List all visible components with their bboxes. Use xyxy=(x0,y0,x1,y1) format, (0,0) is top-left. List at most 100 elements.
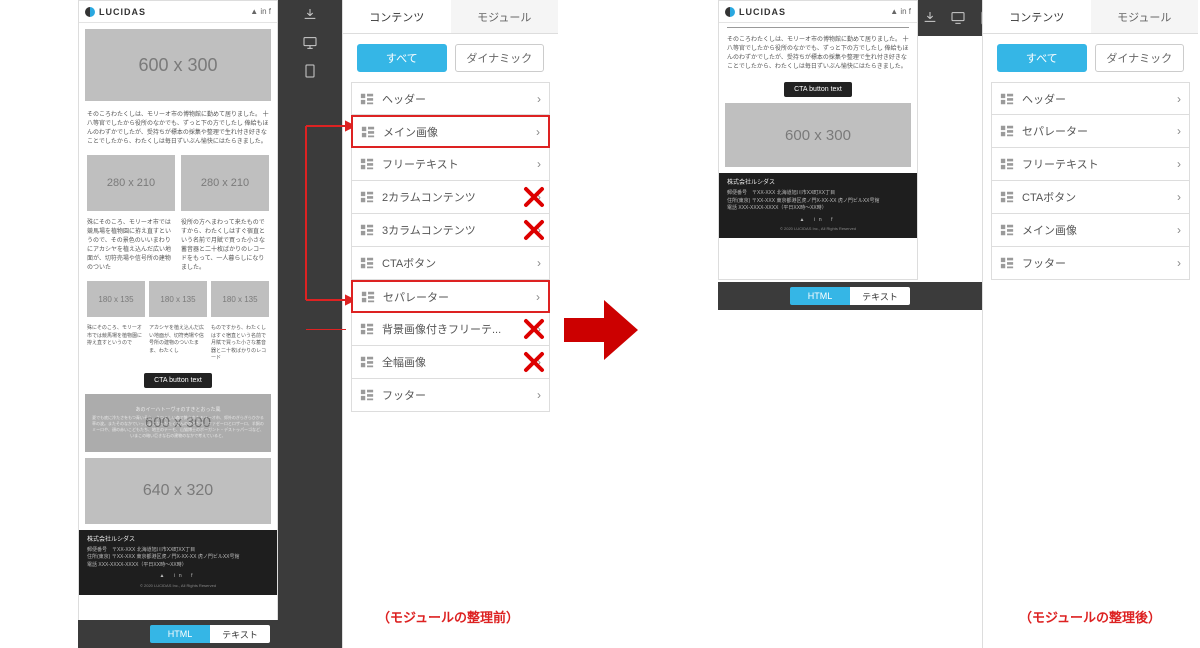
panel-before: LUCIDAS ▲ in f 600 x 300 そのころわたくしは、モリーオ市… xyxy=(0,0,560,648)
module-glyph-icon xyxy=(360,223,374,237)
module-label: セパレーター xyxy=(383,289,536,305)
hero-overlay-text: あのイーハトーヴォのすきとおった風 夏でも底に冷たさをもつ青いそら、うつくしい森… xyxy=(85,394,271,452)
module-label: フッター xyxy=(382,387,537,403)
intro-text: そのころわたくしは、モリーオ市の博物館に勤めて居りました。 十八等官でしたから役… xyxy=(79,107,277,151)
module-item[interactable]: 全幅画像› xyxy=(351,346,550,379)
tab-contents[interactable]: コンテンツ xyxy=(343,0,451,34)
tab-contents[interactable]: コンテンツ xyxy=(983,0,1091,34)
module-item[interactable]: CTAボタン› xyxy=(351,247,550,280)
tablet-icon[interactable] xyxy=(301,62,319,80)
cta-button[interactable]: CTA button text xyxy=(144,373,212,388)
brand: LUCIDAS xyxy=(85,7,146,17)
switch-html[interactable]: HTML xyxy=(150,625,210,643)
placeholder-180x135-b: 180 x 135 xyxy=(149,281,207,317)
filter-all[interactable]: すべて xyxy=(997,44,1087,72)
placeholder-600x300: 600 x 300 xyxy=(85,29,271,101)
module-item[interactable]: セパレーター› xyxy=(351,280,550,313)
filter-dynamic[interactable]: ダイナミック xyxy=(455,44,545,72)
tab-modules[interactable]: モジュール xyxy=(1091,0,1199,34)
download-icon[interactable] xyxy=(301,6,319,24)
module-glyph-icon xyxy=(360,388,374,402)
footer-social-icons: ▲ in f xyxy=(87,573,269,581)
device-rail xyxy=(918,0,982,36)
preview-footer: 株式会社ルシダス 郵便番号 〒XX-XXX 北海道旭川市XX町XX丁目 住所(東… xyxy=(79,530,277,595)
module-item[interactable]: フッター› xyxy=(351,379,550,412)
placeholder-280x210-a: 280 x 210 xyxy=(87,155,175,211)
module-label: 3カラムコンテンツ xyxy=(382,222,537,238)
placeholder-600x300: 600 x 300 xyxy=(725,103,911,167)
module-label: 2カラムコンテンツ xyxy=(382,189,537,205)
view-switch: HTML テキスト xyxy=(718,282,982,310)
chevron-right-icon: › xyxy=(537,223,541,237)
module-glyph-icon xyxy=(360,190,374,204)
module-label: フリーテキスト xyxy=(1022,156,1177,172)
chevron-right-icon: › xyxy=(537,322,541,336)
caption-before: （モジュールの整理前） xyxy=(348,607,548,626)
col3-text-b: アカシヤを植え込んだ広い地面が、切符売場や信号所の建物のついたまま、わたくし xyxy=(149,325,207,363)
module-glyph-icon xyxy=(361,125,375,139)
brand-text: LUCIDAS xyxy=(99,7,146,17)
chevron-right-icon: › xyxy=(1177,190,1181,204)
col2-text-a: 殊にそのころ、モリーオ市では競馬場を植物園に拵え直すというので、その景色のいいま… xyxy=(87,219,175,273)
module-glyph-icon xyxy=(1000,190,1014,204)
chevron-right-icon: › xyxy=(536,125,540,139)
footer-company: 株式会社ルシダス xyxy=(87,536,269,545)
module-glyph-icon xyxy=(360,256,374,270)
module-label: フリーテキスト xyxy=(382,156,537,172)
chevron-right-icon: › xyxy=(1177,256,1181,270)
tab-modules[interactable]: モジュール xyxy=(451,0,559,34)
social-icons: ▲ in f xyxy=(890,7,911,16)
chevron-right-icon: › xyxy=(1177,124,1181,138)
module-item[interactable]: メイン画像› xyxy=(351,115,550,148)
chevron-right-icon: › xyxy=(1177,223,1181,237)
chevron-right-icon: › xyxy=(537,190,541,204)
module-item[interactable]: セパレーター› xyxy=(991,115,1190,148)
chevron-right-icon: › xyxy=(537,92,541,106)
module-item[interactable]: メイン画像› xyxy=(991,214,1190,247)
module-label: ヘッダー xyxy=(1022,91,1177,107)
preview-canvas: LUCIDAS ▲ in f 600 x 300 そのころわたくしは、モリーオ市… xyxy=(78,0,278,648)
module-label: 全幅画像 xyxy=(382,354,537,370)
module-label: フッター xyxy=(1022,255,1177,271)
big-arrow-icon xyxy=(564,300,638,360)
module-label: メイン画像 xyxy=(1022,222,1177,238)
module-glyph-icon xyxy=(1000,256,1014,270)
module-glyph-icon xyxy=(360,157,374,171)
placeholder-280x210-b: 280 x 210 xyxy=(181,155,269,211)
desktop-icon[interactable] xyxy=(950,9,966,27)
switch-text[interactable]: テキスト xyxy=(210,625,270,643)
module-item[interactable]: 3カラムコンテンツ› xyxy=(351,214,550,247)
filter-all[interactable]: すべて xyxy=(357,44,447,72)
module-item[interactable]: フリーテキスト› xyxy=(351,148,550,181)
module-item[interactable]: ヘッダー› xyxy=(351,82,550,115)
filter-dynamic[interactable]: ダイナミック xyxy=(1095,44,1185,72)
col3-text-a: 殊にそのころ、モリーオ市では競馬場を植物園に拵え直すというので xyxy=(87,325,145,363)
switch-html[interactable]: HTML xyxy=(790,287,850,305)
desktop-icon[interactable] xyxy=(301,34,319,52)
chevron-right-icon: › xyxy=(537,355,541,369)
panel-after: LUCIDAS ▲ in f そのころわたくしは、モリーオ市の博物館に勤めて居り… xyxy=(640,0,1200,648)
placeholder-180x135-c: 180 x 135 xyxy=(211,281,269,317)
module-label: CTAボタン xyxy=(382,255,537,271)
module-item[interactable]: フッター› xyxy=(991,247,1190,280)
chevron-right-icon: › xyxy=(1177,157,1181,171)
module-label: セパレーター xyxy=(1022,123,1177,139)
module-item[interactable]: ヘッダー› xyxy=(991,82,1190,115)
preview-topbar: LUCIDAS ▲ in f xyxy=(79,1,277,23)
social-icons: ▲ in f xyxy=(250,7,271,16)
module-item[interactable]: 2カラムコンテンツ› xyxy=(351,181,550,214)
module-glyph-icon xyxy=(360,355,374,369)
cta-button[interactable]: CTA button text xyxy=(784,82,852,97)
footer-lines: 郵便番号 〒XX-XXX 北海道旭川市XX町XX丁目 住所(東京) 〒XX-XX… xyxy=(87,547,269,570)
intro-text: そのころわたくしは、モリーオ市の博物館に勤めて居りました。 十八等官でしたから役… xyxy=(719,32,917,76)
switch-text[interactable]: テキスト xyxy=(850,287,910,305)
module-item[interactable]: 背景画像付きフリーテ...› xyxy=(351,313,550,346)
preview-canvas-after: LUCIDAS ▲ in f そのころわたくしは、モリーオ市の博物館に勤めて居り… xyxy=(718,0,918,280)
download-icon[interactable] xyxy=(922,9,938,27)
module-item[interactable]: フリーテキスト› xyxy=(991,148,1190,181)
chevron-right-icon: › xyxy=(1177,92,1181,106)
module-item[interactable]: CTAボタン› xyxy=(991,181,1190,214)
placeholder-180x135-a: 180 x 135 xyxy=(87,281,145,317)
module-glyph-icon xyxy=(360,322,374,336)
preview-footer: 株式会社ルシダス 郵便番号 〒XX-XXX 北海道旭川市XX町XX丁目 住所(東… xyxy=(719,173,917,238)
